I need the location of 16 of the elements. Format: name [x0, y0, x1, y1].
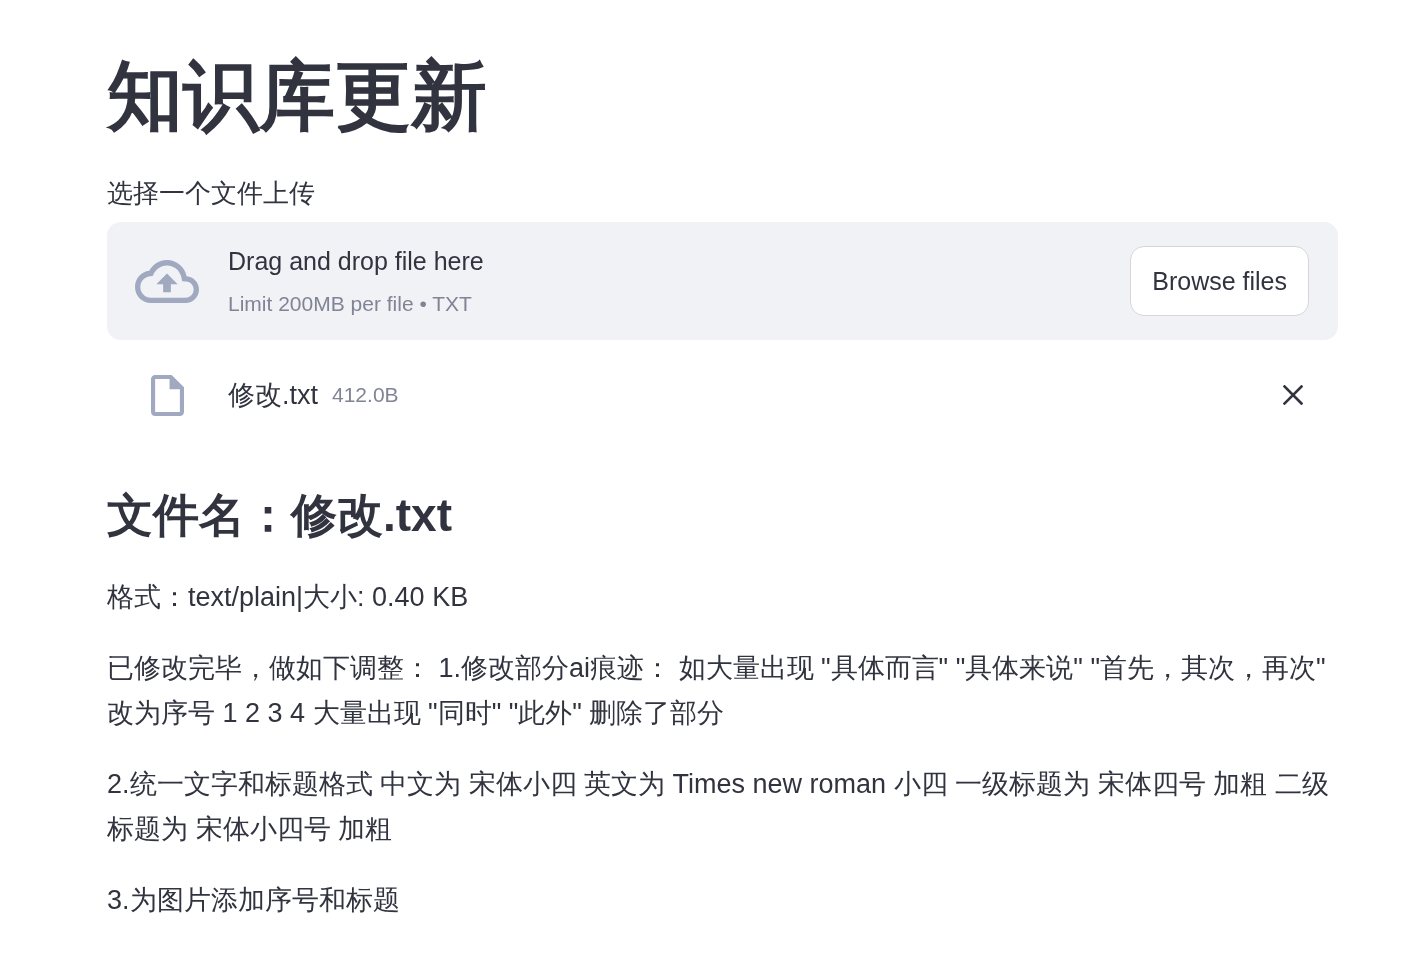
- file-meta-text: 格式：text/plain|大小: 0.40 KB: [107, 581, 470, 614]
- uploader-label: 选择一个文件上传: [107, 177, 316, 210]
- dropzone-title: Drag and drop file here: [228, 245, 484, 277]
- file-size: 412.0B: [332, 382, 399, 408]
- paragraph: 2.统一文字和标题格式 中文为 宋体小四 英文为 Times new roman 小四 一级标题为 宋体四号 加粗 二级标题为 宋体小四号 加粗: [107, 768, 1330, 846]
- browse-files-button[interactable]: Browse files: [1130, 246, 1309, 316]
- paragraph: 已修改完毕，做如下调整： 1.修改部分ai痕迹： 如大量出现 "具体而言" "具体来说" "首先，其次，再次" 改为序号 1 2 3 4 大量出现 "同时" "此外" 删除了部分: [107, 652, 1327, 730]
- file-name: 修改.txt: [228, 379, 318, 412]
- cloud-upload-icon: [135, 259, 199, 303]
- close-icon: [1283, 385, 1303, 405]
- dropzone-hint: Limit 200MB per file • TXT: [228, 290, 472, 317]
- file-dropzone[interactable]: Drag and drop file here Limit 200MB per file • TXT Browse files: [107, 222, 1338, 340]
- page-title: 知识库更新: [107, 52, 488, 140]
- file-icon: [151, 374, 184, 416]
- file-heading: 文件名：修改.txt: [107, 488, 453, 543]
- paragraph: 3.为图片添加序号和标题: [107, 884, 401, 917]
